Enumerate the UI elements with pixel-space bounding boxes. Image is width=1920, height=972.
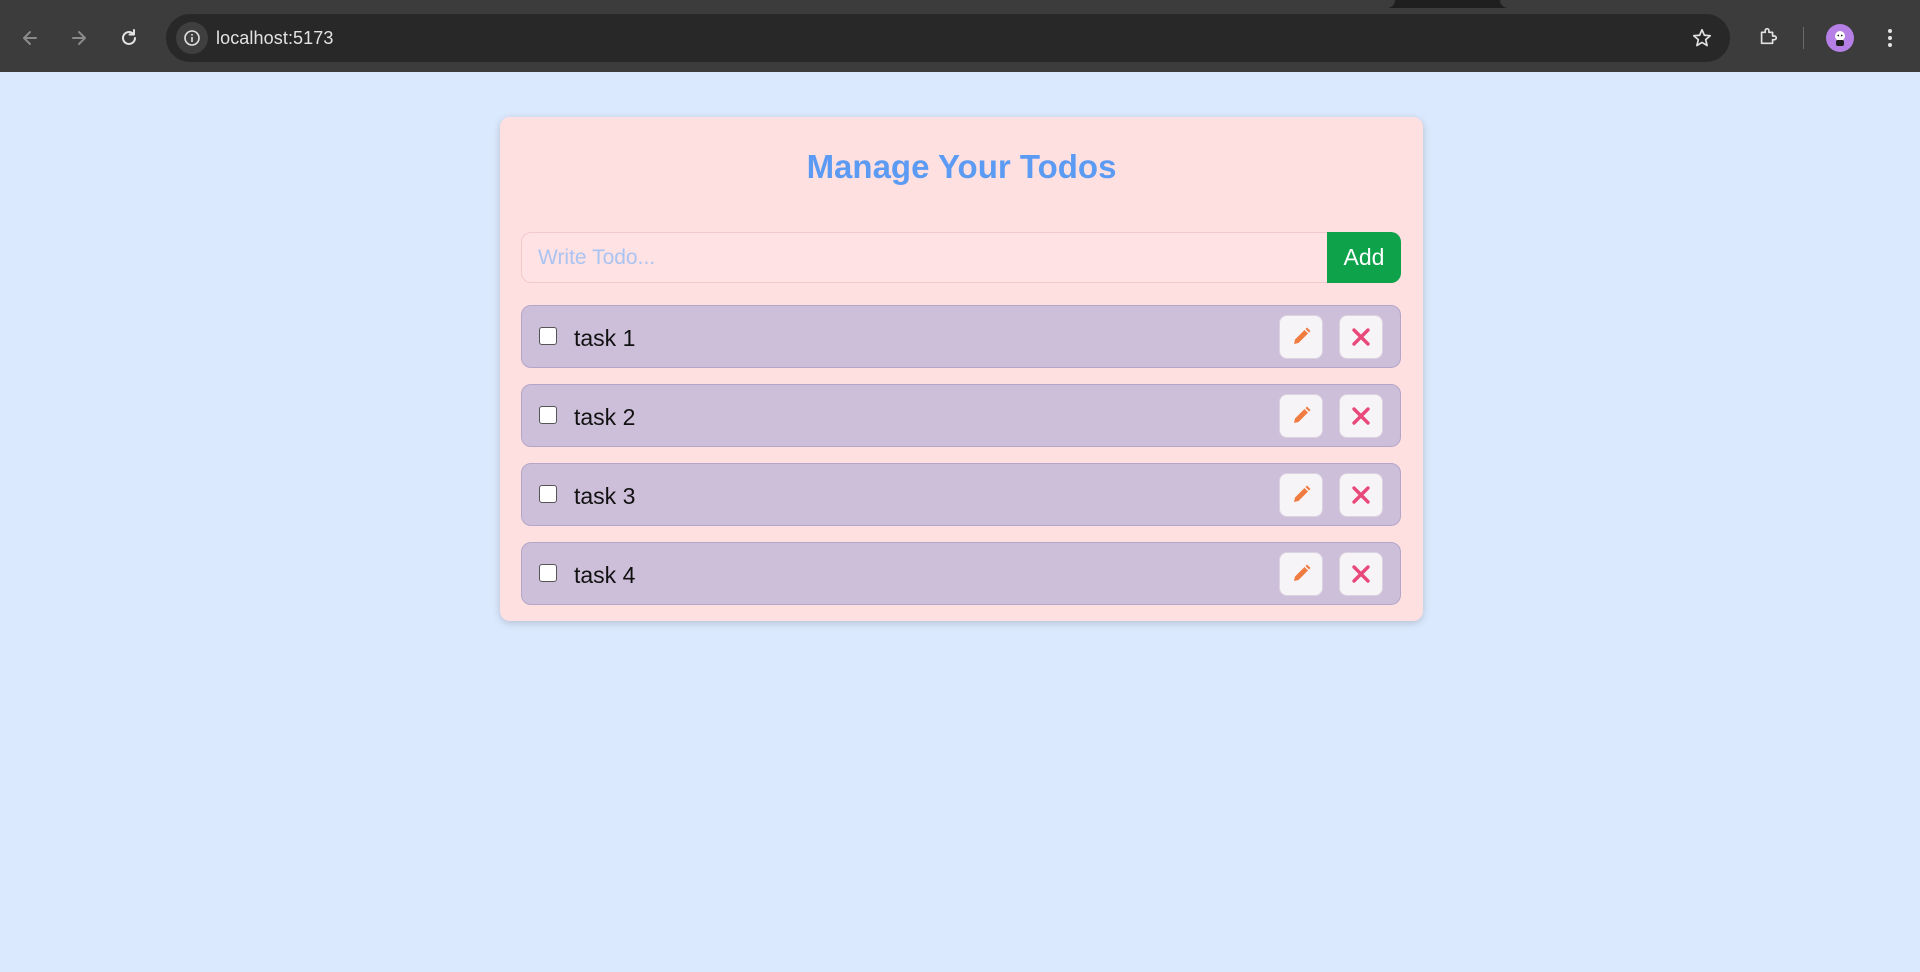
address-bar[interactable]: localhost:5173 — [166, 14, 1730, 62]
delete-button[interactable] — [1339, 394, 1383, 438]
inactive-tab[interactable] — [1500, 0, 1920, 8]
pencil-icon — [1294, 327, 1311, 344]
back-button[interactable] — [12, 20, 48, 56]
close-icon — [1352, 486, 1370, 504]
todo-text[interactable]: task 3 — [574, 483, 635, 509]
edit-button[interactable] — [1279, 473, 1323, 517]
pencil-icon — [1294, 406, 1311, 423]
pencil-icon — [1294, 485, 1311, 502]
pencil-icon — [1294, 564, 1311, 581]
delete-button[interactable] — [1339, 473, 1383, 517]
todo-item: task 4 — [521, 542, 1401, 605]
todo-card: Manage Your Todos Add task 1 task 2 — [500, 117, 1423, 621]
browser-toolbar: localhost:5173 — [0, 0, 1920, 72]
todo-input[interactable] — [521, 232, 1327, 283]
close-icon — [1352, 328, 1370, 346]
todo-text[interactable]: task 1 — [574, 325, 635, 351]
edit-button[interactable] — [1279, 394, 1323, 438]
reload-icon — [122, 29, 136, 45]
tab-strip — [0, 0, 1920, 8]
delete-button[interactable] — [1339, 552, 1383, 596]
info-icon — [184, 30, 200, 46]
arrow-left-icon — [23, 31, 37, 45]
todo-checkbox[interactable] — [539, 406, 557, 424]
profile-icon — [1835, 31, 1845, 46]
todo-checkbox[interactable] — [539, 564, 557, 582]
edit-button[interactable] — [1279, 315, 1323, 359]
todo-item: task 3 — [521, 463, 1401, 526]
toolbar-divider — [1803, 27, 1804, 49]
add-button[interactable]: Add — [1327, 232, 1401, 283]
bookmark-button[interactable] — [1688, 24, 1716, 52]
arrow-right-icon — [72, 31, 86, 45]
url-text[interactable]: localhost:5173 — [216, 27, 334, 49]
star-icon — [1692, 28, 1712, 47]
delete-button[interactable] — [1339, 315, 1383, 359]
edit-button[interactable] — [1279, 552, 1323, 596]
extensions-button[interactable] — [1752, 20, 1784, 52]
close-icon — [1352, 565, 1370, 583]
close-icon — [1352, 407, 1370, 425]
todo-item: task 2 — [521, 384, 1401, 447]
todo-checkbox[interactable] — [539, 327, 557, 345]
todo-item: task 1 — [521, 305, 1401, 368]
more-vertical-icon — [1888, 29, 1892, 47]
todo-text[interactable]: task 2 — [574, 404, 635, 430]
site-info-button[interactable] — [176, 22, 208, 54]
add-todo-form: Add — [521, 232, 1401, 283]
profile-avatar[interactable] — [1826, 24, 1854, 52]
todo-list: task 1 task 2 task 3 task 4 — [521, 305, 1401, 621]
active-tab[interactable] — [0, 0, 1395, 8]
todo-checkbox[interactable] — [539, 485, 557, 503]
todo-text[interactable]: task 4 — [574, 562, 635, 588]
browser-menu-button[interactable] — [1876, 22, 1904, 54]
forward-button[interactable] — [61, 20, 97, 56]
reload-button[interactable] — [111, 20, 147, 56]
page-title: Manage Your Todos — [806, 148, 1117, 185]
puzzle-icon — [1760, 27, 1778, 45]
